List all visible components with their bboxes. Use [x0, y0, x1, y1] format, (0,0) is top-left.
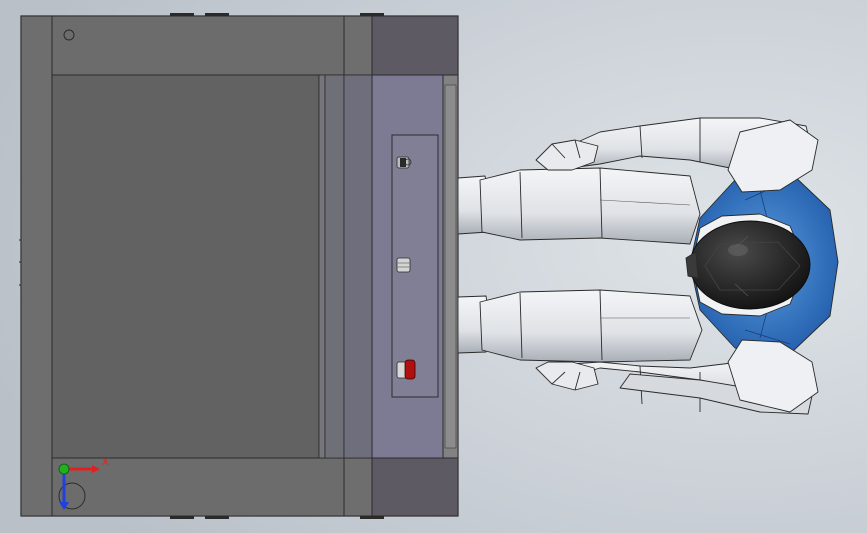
x-axis-label: X	[102, 457, 109, 468]
main-panel	[51, 74, 320, 459]
right-column-bottom	[343, 457, 373, 517]
right-column-top	[343, 15, 373, 76]
left-rail	[20, 15, 53, 517]
lid-corner-top	[371, 15, 459, 76]
strip-2	[324, 74, 345, 459]
start-button[interactable]	[396, 257, 411, 273]
cad-viewport[interactable]	[0, 0, 867, 533]
front-edge-inner	[444, 84, 457, 449]
emergency-stop-button[interactable]	[396, 359, 416, 380]
strip-3	[343, 74, 373, 459]
bottom-band	[51, 457, 345, 517]
top-band	[51, 15, 345, 76]
strip-1	[318, 74, 326, 459]
selector-switch[interactable]	[396, 156, 412, 169]
right-leg	[479, 289, 703, 363]
machine-model[interactable]	[19, 13, 459, 519]
lid-corner-bottom	[371, 457, 459, 517]
left-leg	[479, 167, 701, 245]
head	[689, 220, 811, 310]
